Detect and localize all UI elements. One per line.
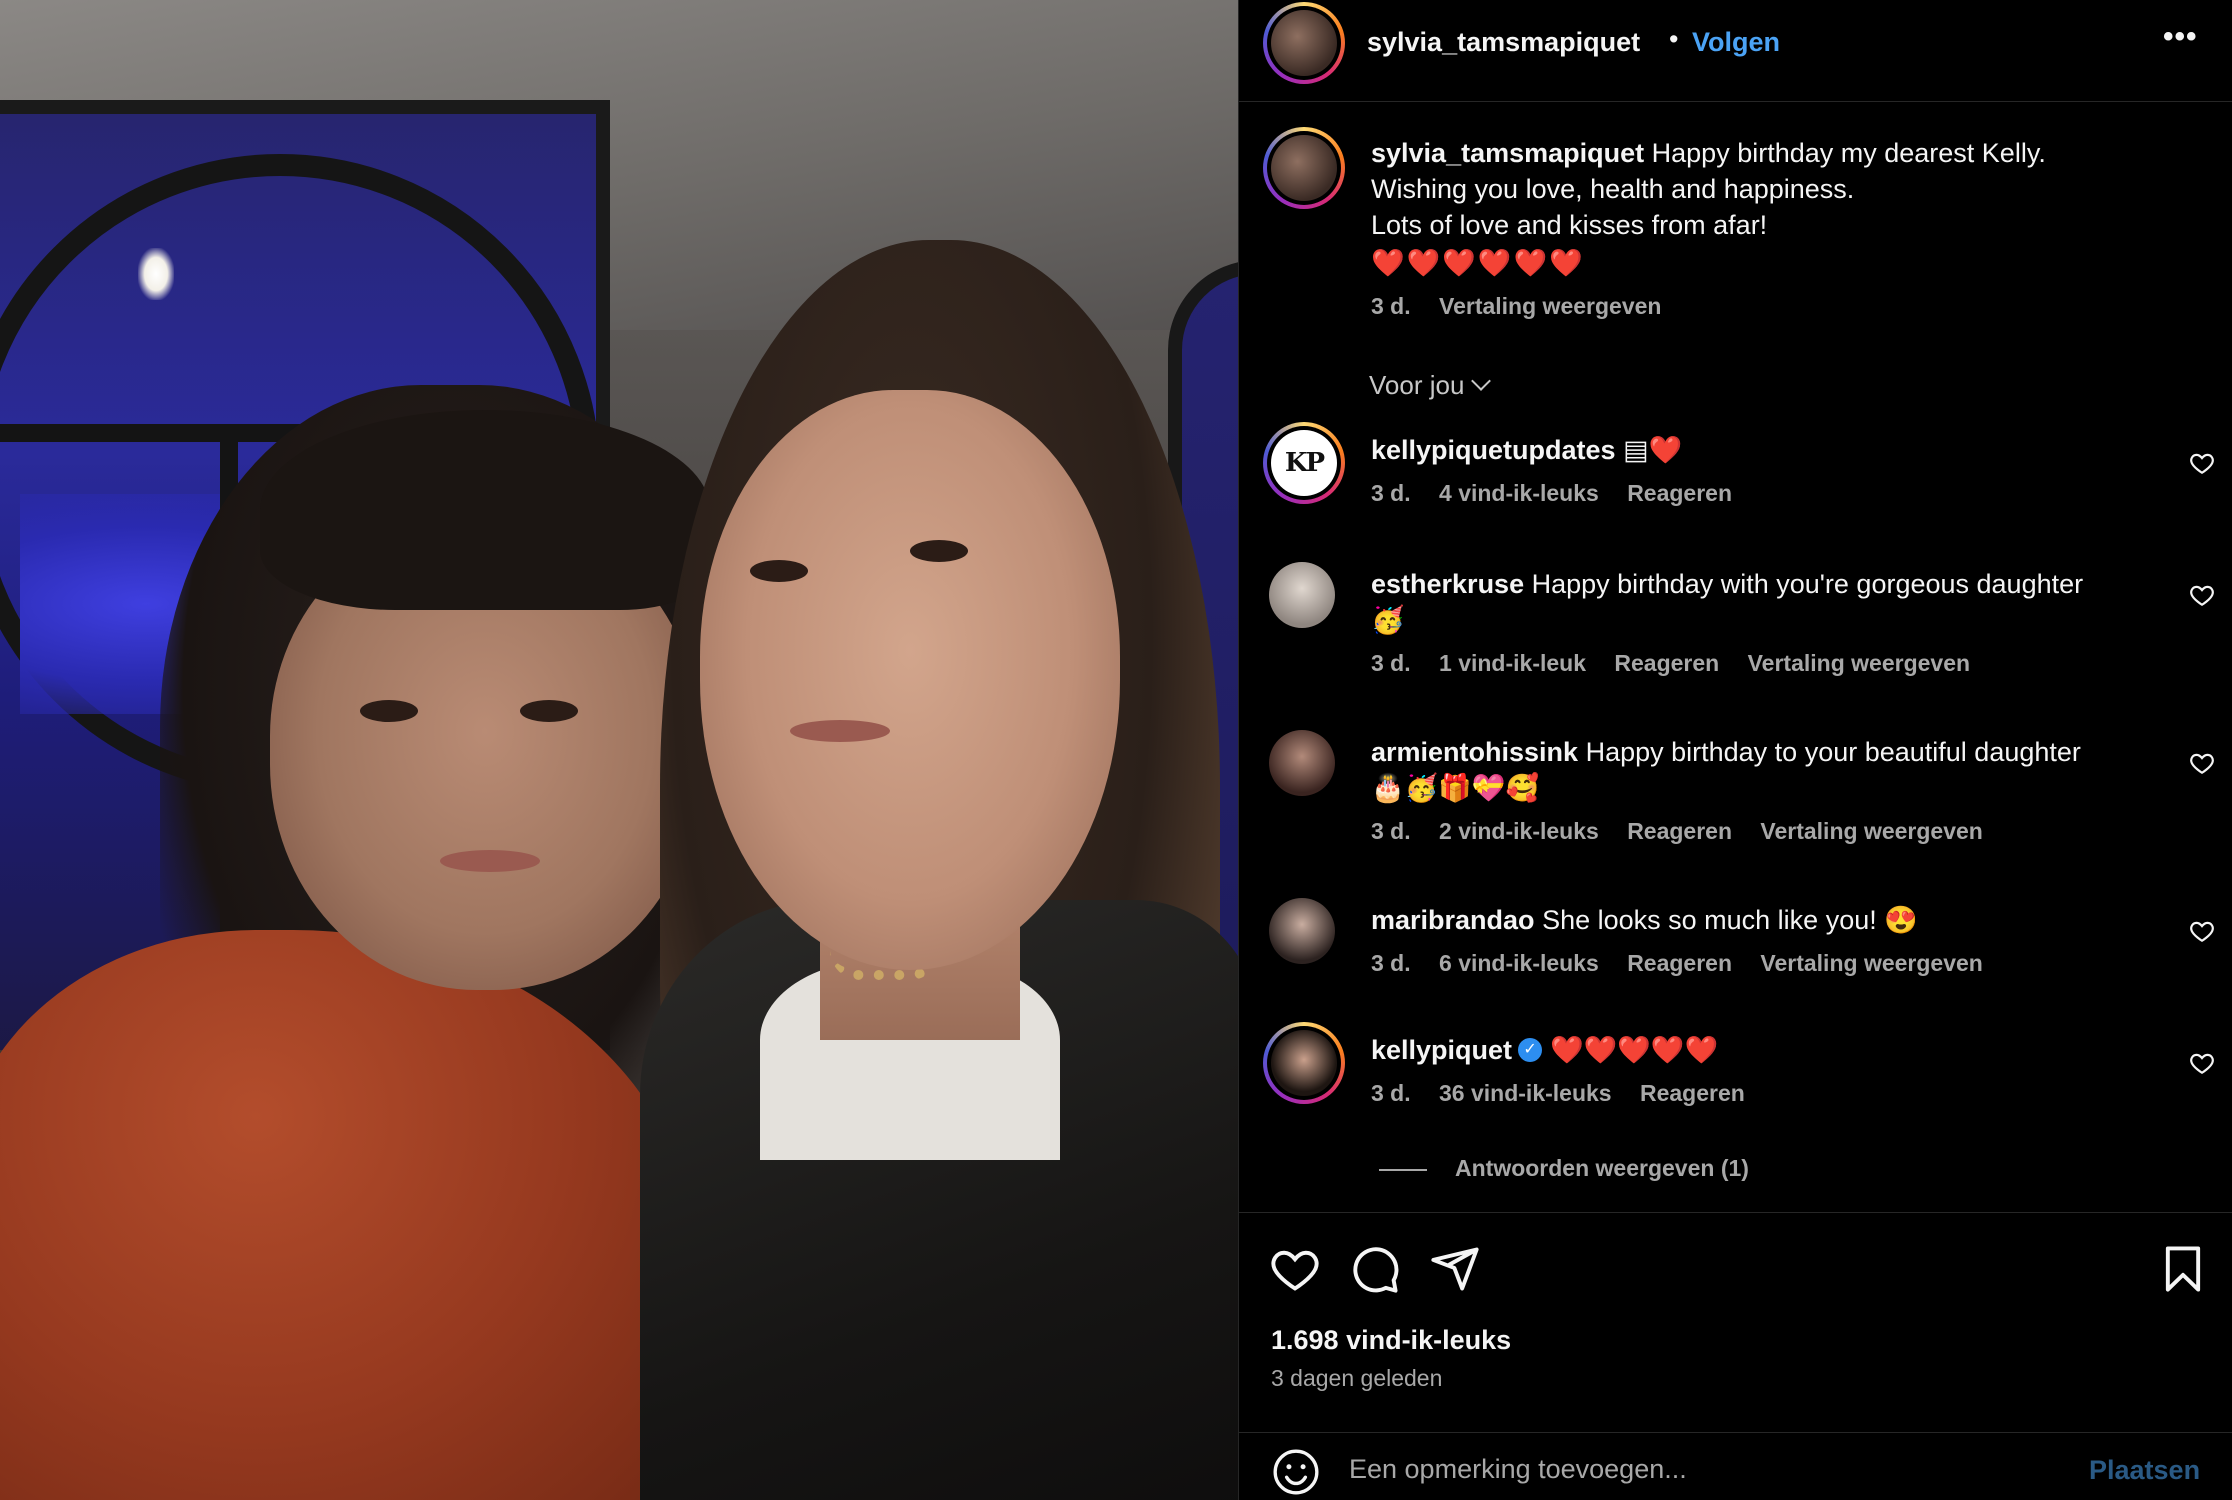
- commenter-username[interactable]: kellypiquet: [1371, 1035, 1512, 1065]
- commenter-username[interactable]: kellypiquetupdates: [1371, 435, 1616, 465]
- reply-button[interactable]: Reageren: [1627, 818, 1732, 844]
- comment-meta: 3 d. 2 vind-ik-leuks Reageren Vertaling …: [1371, 818, 2161, 845]
- comment-meta: 3 d. 4 vind-ik-leuks Reageren: [1371, 480, 2161, 507]
- follow-button[interactable]: Volgen: [1692, 27, 1780, 58]
- comment-input[interactable]: [1349, 1443, 2039, 1495]
- comment-text: ▤❤️: [1623, 435, 1683, 465]
- comment-composer: Plaatsen: [1239, 1432, 2232, 1500]
- translate-link[interactable]: Vertaling weergeven: [1748, 650, 1970, 676]
- eye: [360, 700, 418, 722]
- comment-text: 🎂🥳🎁💝🥰: [1371, 773, 1540, 803]
- commenter-avatar[interactable]: [1269, 730, 1335, 796]
- caption-line: Happy birthday my dearest Kelly.: [1651, 138, 2046, 168]
- translate-link[interactable]: Vertaling weergeven: [1439, 293, 1661, 319]
- comment-age: 3 d.: [1371, 818, 1411, 844]
- commenter-avatar[interactable]: KP: [1263, 422, 1345, 504]
- author-avatar[interactable]: [1263, 2, 1345, 84]
- commenter-avatar[interactable]: [1269, 898, 1335, 964]
- comment-text: 🥳: [1371, 605, 1405, 635]
- translate-link[interactable]: Vertaling weergeven: [1760, 950, 1982, 976]
- share-send-icon[interactable]: [1429, 1243, 1481, 1295]
- separator-dot: •: [1669, 24, 1679, 54]
- heart-icon[interactable]: [2189, 582, 2215, 608]
- more-options-icon[interactable]: •••: [2163, 20, 2198, 54]
- comment-text: ❤️❤️❤️❤️❤️: [1550, 1035, 1719, 1065]
- heart-icon[interactable]: [2189, 750, 2215, 776]
- commenter-username[interactable]: estherkruse: [1371, 569, 1524, 599]
- comment-text: Happy birthday to your beautiful daughte…: [1585, 737, 2081, 767]
- comment-likes[interactable]: 36 vind-ik-leuks: [1439, 1080, 1612, 1106]
- post-timestamp: 3 dagen geleden: [1271, 1365, 1443, 1391]
- reply-button[interactable]: Reageren: [1627, 950, 1732, 976]
- verified-badge-icon: ✓: [1518, 1037, 1543, 1062]
- heart-icon[interactable]: [2189, 918, 2215, 944]
- comment-likes[interactable]: 1 vind-ik-leuk: [1439, 650, 1586, 676]
- commenter-username[interactable]: armientohissink: [1371, 737, 1578, 767]
- lips: [790, 720, 890, 742]
- reply-button[interactable]: Reageren: [1614, 650, 1719, 676]
- comment-age: 3 d.: [1371, 650, 1411, 676]
- view-replies-label: Antwoorden weergeven (1): [1455, 1155, 1749, 1181]
- author-avatar[interactable]: [1263, 127, 1345, 209]
- eye: [520, 700, 578, 722]
- comment-likes[interactable]: 2 vind-ik-leuks: [1439, 818, 1599, 844]
- comment-meta: 3 d. 1 vind-ik-leuk Reageren Vertaling w…: [1371, 650, 2161, 677]
- commenter-avatar[interactable]: [1269, 562, 1335, 628]
- caption-text: sylvia_tamsmapiquet Happy birthday my de…: [1371, 135, 2191, 281]
- comment-bubble-icon[interactable]: [1349, 1243, 1401, 1295]
- heart-icon[interactable]: [2189, 1050, 2215, 1076]
- comment-likes[interactable]: 6 vind-ik-leuks: [1439, 950, 1599, 976]
- replies-divider: [1379, 1168, 1427, 1171]
- comment-sort-dropdown[interactable]: Voor jou: [1369, 370, 1492, 401]
- eye: [750, 560, 808, 582]
- post-photo[interactable]: [0, 0, 1238, 1500]
- emoji-icon[interactable]: [1271, 1447, 1321, 1497]
- kp-logo: KP: [1271, 430, 1337, 496]
- author-username[interactable]: sylvia_tamsmapiquet: [1367, 27, 1640, 58]
- view-replies-button[interactable]: Antwoorden weergeven (1): [1379, 1155, 1749, 1182]
- comment-age: 3 d.: [1371, 950, 1411, 976]
- caption-age: 3 d.: [1371, 293, 1411, 319]
- post-actions: 1.698 vind-ik-leuks 3 dagen geleden: [1239, 1212, 2232, 1432]
- commenter-username[interactable]: maribrandao: [1371, 905, 1535, 935]
- comment-meta: 3 d. 36 vind-ik-leuks Reageren: [1371, 1080, 2161, 1107]
- comment-age: 3 d.: [1371, 480, 1411, 506]
- chevron-down-icon: [1471, 371, 1492, 391]
- caption-line: Wishing you love, health and happiness.: [1371, 174, 1855, 204]
- like-heart-icon[interactable]: [1269, 1243, 1321, 1295]
- ceiling-lamp: [138, 248, 174, 300]
- bookmark-icon[interactable]: [2157, 1243, 2209, 1295]
- heart-icon[interactable]: [2189, 450, 2215, 476]
- comment-age: 3 d.: [1371, 1080, 1411, 1106]
- post-header: sylvia_tamsmapiquet • Volgen •••: [1239, 0, 2232, 102]
- left-person-bangs: [260, 410, 710, 610]
- comment-meta: 3 d. 6 vind-ik-leuks Reageren Vertaling …: [1371, 950, 2161, 977]
- likes-count[interactable]: 1.698 vind-ik-leuks: [1271, 1325, 1511, 1356]
- comment-text: Happy birthday with you're gorgeous daug…: [1531, 569, 2084, 599]
- right-person-face: [700, 390, 1120, 970]
- comment-likes[interactable]: 4 vind-ik-leuks: [1439, 480, 1599, 506]
- commenter-avatar[interactable]: [1263, 1022, 1345, 1104]
- post-side-panel: sylvia_tamsmapiquet • Volgen ••• sylvia_…: [1238, 0, 2232, 1500]
- sort-label: Voor jou: [1369, 370, 1465, 400]
- comment-text: She looks so much like you! 😍: [1542, 905, 1918, 935]
- caption-hearts: ❤️❤️❤️❤️❤️❤️: [1371, 248, 1585, 278]
- lips: [440, 850, 540, 872]
- translate-link[interactable]: Vertaling weergeven: [1760, 818, 1982, 844]
- eye: [910, 540, 968, 562]
- caption-meta: 3 d. Vertaling weergeven: [1371, 293, 1683, 320]
- caption-line: Lots of love and kisses from afar!: [1371, 210, 1768, 240]
- caption-username[interactable]: sylvia_tamsmapiquet: [1371, 138, 1644, 168]
- reply-button[interactable]: Reageren: [1640, 1080, 1745, 1106]
- post-comment-button[interactable]: Plaatsen: [2089, 1455, 2200, 1486]
- reply-button[interactable]: Reageren: [1627, 480, 1732, 506]
